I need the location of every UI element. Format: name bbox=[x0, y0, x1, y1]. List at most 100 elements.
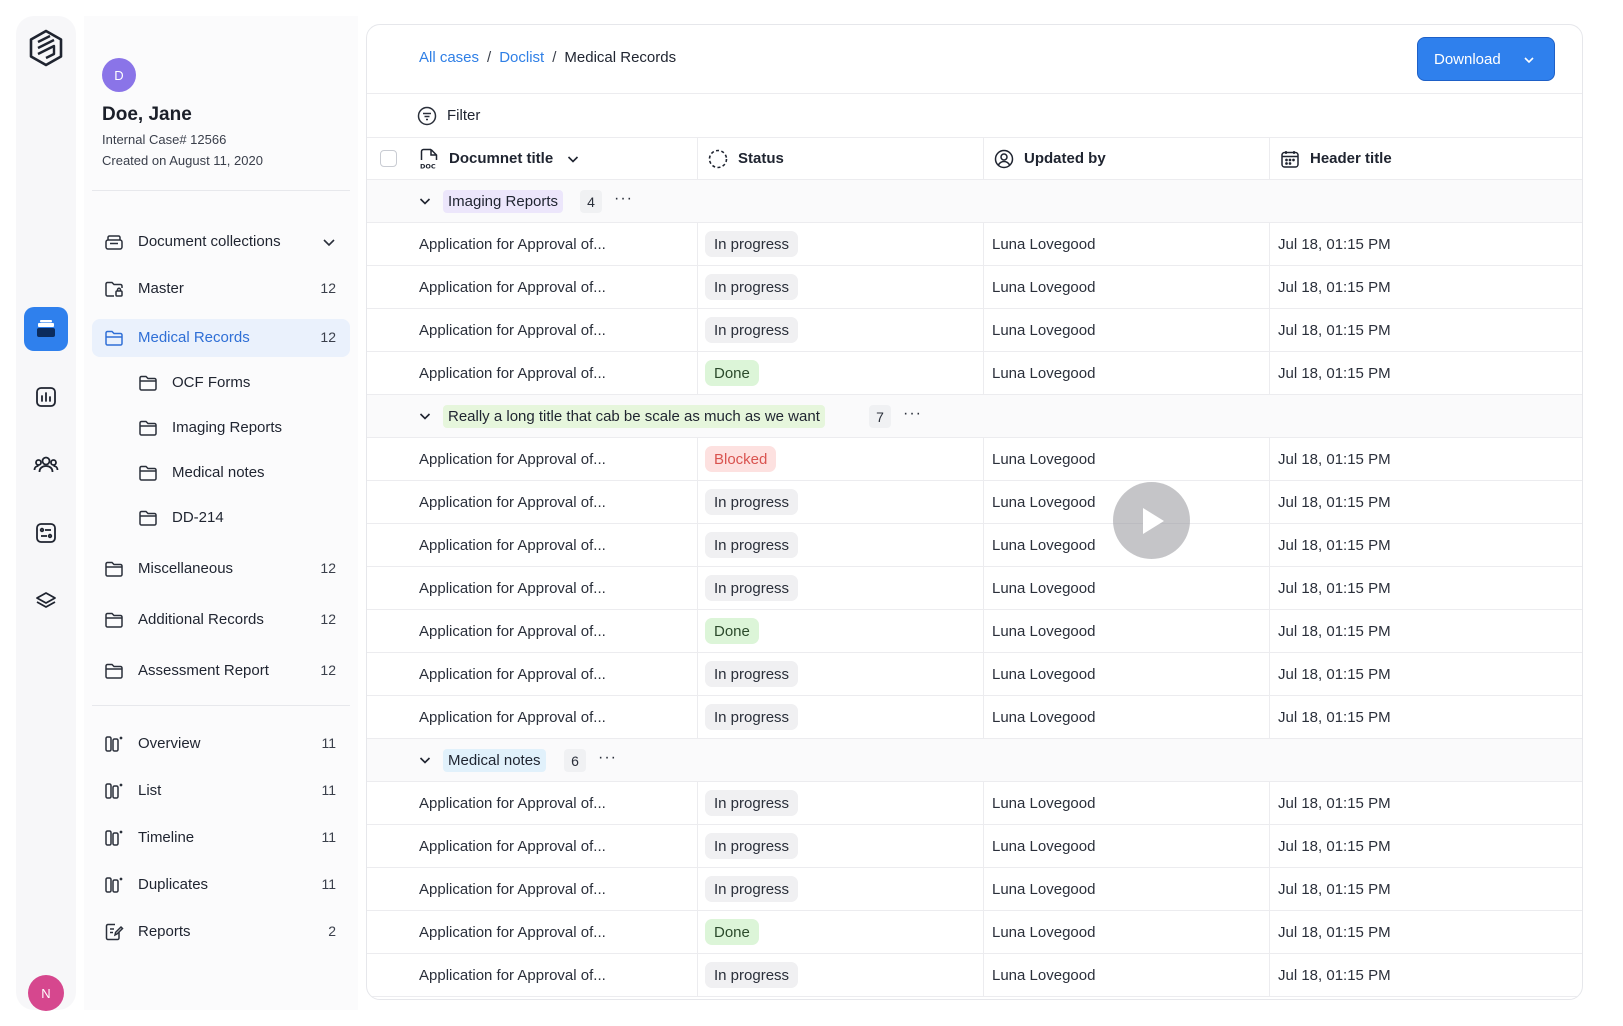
document-title-cell[interactable]: Application for Approval of... bbox=[403, 868, 697, 910]
table-row[interactable]: Application for Approval of... In progres… bbox=[367, 868, 1582, 911]
user-avatar[interactable]: N bbox=[28, 975, 64, 1011]
table-row[interactable]: Application for Approval of... In progres… bbox=[367, 524, 1582, 567]
sidebar-item-medical-notes[interactable]: Medical notes bbox=[92, 454, 350, 492]
group-more-menu[interactable]: ··· bbox=[614, 190, 633, 208]
document-title-cell[interactable]: Application for Approval of... bbox=[403, 782, 697, 824]
document-title-cell[interactable]: Application for Approval of... bbox=[403, 438, 697, 480]
status-badge[interactable]: In progress bbox=[705, 575, 799, 601]
breadcrumb-all-cases[interactable]: All cases bbox=[419, 49, 479, 66]
date-cell: Jul 18, 01:15 PM bbox=[1269, 825, 1582, 867]
document-title-cell[interactable]: Application for Approval of... bbox=[403, 911, 697, 953]
status-badge[interactable]: In progress bbox=[705, 962, 799, 988]
group-tag: Medical notes bbox=[443, 749, 546, 772]
updated-by-cell: Luna Lovegood bbox=[983, 653, 1269, 695]
sidebar-item-medical-records[interactable]: Medical Records 12 bbox=[92, 319, 350, 357]
date-cell: Jul 18, 01:15 PM bbox=[1269, 309, 1582, 351]
status-badge[interactable]: In progress bbox=[705, 532, 799, 558]
status-badge[interactable]: In progress bbox=[705, 833, 799, 859]
document-title-cell[interactable]: Application for Approval of... bbox=[403, 696, 697, 738]
column-header-status[interactable]: Status bbox=[697, 138, 983, 179]
table-row[interactable]: Application for Approval of... In progres… bbox=[367, 825, 1582, 868]
status-badge[interactable]: In progress bbox=[705, 876, 799, 902]
table-row[interactable]: Application for Approval of... In progres… bbox=[367, 782, 1582, 825]
document-title-cell[interactable]: Application for Approval of... bbox=[403, 223, 697, 265]
download-button[interactable]: Download bbox=[1417, 37, 1555, 81]
sidebar-view-count: 2 bbox=[328, 923, 336, 939]
rail-nav-documents[interactable] bbox=[24, 307, 68, 351]
rail-nav-layers[interactable] bbox=[24, 579, 68, 623]
table-row[interactable]: Application for Approval of... In progres… bbox=[367, 266, 1582, 309]
sidebar-view-duplicates[interactable]: Duplicates 11 bbox=[92, 866, 350, 904]
updated-by-cell: Luna Lovegood bbox=[983, 610, 1269, 652]
rail-nav-analytics[interactable] bbox=[24, 375, 68, 419]
table-row[interactable]: Application for Approval of... Done Luna L… bbox=[367, 610, 1582, 653]
chevron-down-icon[interactable] bbox=[417, 408, 433, 424]
group-row[interactable]: Medical notes 6 ··· bbox=[367, 739, 1582, 782]
table-row[interactable]: Application for Approval of... Blocked Lun… bbox=[367, 438, 1582, 481]
rail-nav-people[interactable] bbox=[24, 443, 68, 487]
document-title-cell[interactable]: Application for Approval of... bbox=[403, 352, 697, 394]
column-header-updated-by[interactable]: Updated by bbox=[983, 138, 1269, 179]
document-title-cell[interactable]: Application for Approval of... bbox=[403, 266, 697, 308]
sidebar-view-reports[interactable]: Reports 2 bbox=[92, 913, 350, 951]
document-title-cell[interactable]: Application for Approval of... bbox=[403, 653, 697, 695]
breadcrumb-doclist[interactable]: Doclist bbox=[499, 49, 544, 66]
group-row[interactable]: Imaging Reports 4 ··· bbox=[367, 180, 1582, 223]
table-row[interactable]: Application for Approval of... In progres… bbox=[367, 223, 1582, 266]
sidebar-item-master[interactable]: Master 12 bbox=[92, 270, 350, 308]
play-button[interactable] bbox=[1113, 482, 1190, 559]
table-row[interactable]: Application for Approval of... In progres… bbox=[367, 567, 1582, 610]
status-badge[interactable]: Done bbox=[705, 919, 759, 945]
sidebar-divider bbox=[92, 705, 350, 706]
document-title-cell[interactable]: Application for Approval of... bbox=[403, 567, 697, 609]
chevron-down-icon[interactable] bbox=[417, 193, 433, 209]
status-badge[interactable]: In progress bbox=[705, 489, 799, 515]
status-badge[interactable]: In progress bbox=[705, 274, 799, 300]
document-title-cell[interactable]: Application for Approval of... bbox=[403, 309, 697, 351]
status-badge[interactable]: Done bbox=[705, 618, 759, 644]
document-collections-toggle[interactable]: Document collections bbox=[92, 223, 350, 261]
sidebar-item-label: Imaging Reports bbox=[172, 419, 283, 436]
sidebar-view-timeline[interactable]: Timeline 11 bbox=[92, 819, 350, 857]
status-badge[interactable]: In progress bbox=[705, 231, 799, 257]
document-title-cell[interactable]: Application for Approval of... bbox=[403, 481, 697, 523]
sidebar-item-miscellaneous[interactable]: Miscellaneous 12 bbox=[92, 550, 350, 588]
table-row[interactable]: Application for Approval of... Done Luna L… bbox=[367, 911, 1582, 954]
table-row[interactable]: Application for Approval of... In progres… bbox=[367, 954, 1582, 997]
status-badge[interactable]: In progress bbox=[705, 317, 799, 343]
status-badge[interactable]: Done bbox=[705, 360, 759, 386]
sidebar-view-count: 11 bbox=[321, 876, 336, 892]
sidebar-item-dd-214[interactable]: DD-214 bbox=[92, 499, 350, 537]
group-more-menu[interactable]: ··· bbox=[598, 749, 617, 767]
sidebar-item-imaging-reports[interactable]: Imaging Reports bbox=[92, 409, 350, 447]
status-badge[interactable]: In progress bbox=[705, 704, 799, 730]
sidebar-view-overview[interactable]: Overview 11 bbox=[92, 725, 350, 763]
sidebar-view-list[interactable]: List 11 bbox=[92, 772, 350, 810]
status-badge[interactable]: In progress bbox=[705, 790, 799, 816]
sidebar-item-ocf-forms[interactable]: OCF Forms bbox=[92, 364, 350, 402]
table-row[interactable]: Application for Approval of... In progres… bbox=[367, 481, 1582, 524]
table-row[interactable]: Application for Approval of... In progres… bbox=[367, 696, 1582, 739]
table-row[interactable]: Application for Approval of... In progres… bbox=[367, 309, 1582, 352]
column-header-header-title[interactable]: Header title bbox=[1269, 138, 1582, 179]
sidebar-item-additional-records[interactable]: Additional Records 12 bbox=[92, 601, 350, 639]
table-row[interactable]: Application for Approval of... Done Luna L… bbox=[367, 352, 1582, 395]
status-badge[interactable]: In progress bbox=[705, 661, 799, 687]
rail-nav-tasks[interactable] bbox=[24, 511, 68, 555]
column-header-title[interactable]: DOC Documnet title bbox=[403, 138, 697, 179]
hexagon-logo-icon[interactable] bbox=[26, 28, 66, 68]
document-title-cell[interactable]: Application for Approval of... bbox=[403, 954, 697, 996]
row-select-cell bbox=[367, 911, 403, 953]
date-cell: Jul 18, 01:15 PM bbox=[1269, 954, 1582, 996]
document-title-cell[interactable]: Application for Approval of... bbox=[403, 610, 697, 652]
sidebar-item-assessment-report[interactable]: Assessment Report 12 bbox=[92, 652, 350, 690]
chevron-down-icon[interactable] bbox=[417, 752, 433, 768]
filter-bar[interactable]: Filter bbox=[367, 94, 1582, 138]
table-row[interactable]: Application for Approval of... In progres… bbox=[367, 653, 1582, 696]
select-all-checkbox[interactable] bbox=[380, 150, 397, 167]
status-badge[interactable]: Blocked bbox=[705, 446, 777, 472]
document-title-cell[interactable]: Application for Approval of... bbox=[403, 524, 697, 566]
document-title-cell[interactable]: Application for Approval of... bbox=[403, 825, 697, 867]
group-more-menu[interactable]: ··· bbox=[903, 405, 922, 423]
group-row[interactable]: Really a long title that cab be scale as… bbox=[367, 395, 1582, 438]
